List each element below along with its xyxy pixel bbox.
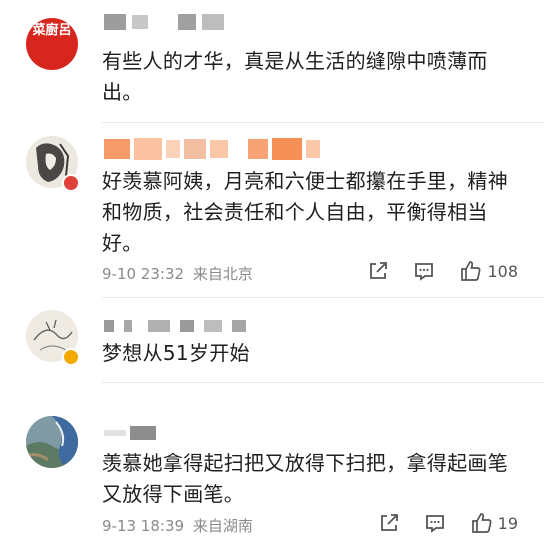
like-button[interactable]: 108 (459, 259, 518, 283)
comment-location: 来自北京 (192, 265, 253, 283)
comment-button[interactable] (424, 512, 446, 534)
comment-actions: 19 (378, 511, 518, 535)
like-count: 108 (487, 261, 518, 281)
avatar[interactable]: 菜廚呂 (26, 18, 78, 70)
username-redacted[interactable] (104, 426, 156, 440)
comment-text: 好羡慕阿姨，月亮和六便士都攥在手里，精神和物质，社会责任和个人自由，平衡得相当好… (102, 169, 508, 255)
avatar[interactable] (26, 416, 78, 468)
like-count: 19 (497, 513, 518, 533)
comment-item-2: 好羡慕阿姨，月亮和六便士都攥在手里，精神和物质，社会责任和个人自由，平衡得相当好… (0, 124, 544, 300)
username-redacted[interactable] (104, 320, 246, 332)
comment-text: 羡慕她拿得起扫把又放得下扫把，拿得起画笔又放得下画笔。 (102, 451, 508, 506)
comment-text: 梦想从51岁开始 (102, 341, 250, 365)
verified-badge-icon (62, 174, 80, 192)
share-button[interactable] (367, 260, 389, 282)
comment-icon (415, 263, 434, 281)
comment-text: 有些人的才华，真是从生活的缝隙中喷薄而出。 (102, 49, 488, 104)
avatar-logo-text: 菜廚呂 (32, 23, 72, 38)
username-redacted[interactable] (104, 138, 320, 160)
coastal-photo-image (26, 416, 78, 468)
divider (102, 122, 544, 123)
verified-badge-icon (62, 348, 80, 366)
like-icon (471, 513, 492, 533)
divider (102, 297, 544, 298)
share-button[interactable] (378, 512, 400, 534)
comment-date: 9-10 23:32 (102, 265, 185, 283)
comment-button[interactable] (413, 260, 435, 282)
divider (102, 382, 544, 383)
share-icon (370, 262, 388, 279)
comment-item-3: 梦想从51岁开始 (0, 300, 544, 390)
comment-date: 9-13 18:39 (102, 517, 185, 535)
comment-item-4: 羡慕她拿得起扫把又放得下扫把，拿得起画笔又放得下画笔。 9-13 18:39 来… (0, 400, 544, 542)
comment-icon (425, 515, 444, 533)
comment-location: 来自湖南 (192, 517, 253, 535)
comment-actions: 108 (367, 259, 518, 283)
comment-meta: 9-10 23:32 来自北京 (102, 263, 253, 284)
like-icon (461, 261, 481, 281)
share-icon (380, 514, 398, 531)
username-redacted[interactable] (104, 14, 224, 30)
comment-meta: 9-13 18:39 来自湖南 (102, 515, 253, 536)
like-button[interactable]: 19 (470, 511, 518, 535)
comment-item-1: 菜廚呂 有些人的才华，真是从生活的缝隙中喷薄而出。 (0, 0, 544, 120)
